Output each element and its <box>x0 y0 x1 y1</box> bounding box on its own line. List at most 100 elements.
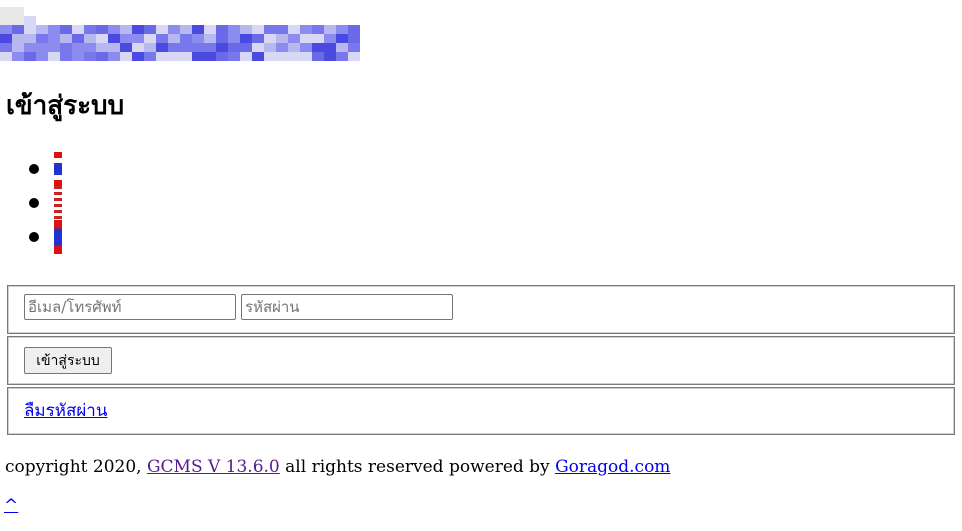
logo-pixel <box>180 52 192 61</box>
logo-pixel <box>36 25 48 34</box>
logo-pixel <box>192 25 204 34</box>
logo-pixel <box>240 52 252 61</box>
logo-pixel <box>228 52 240 61</box>
logo-pixel <box>216 16 228 25</box>
login-button[interactable]: เข้าสู่ระบบ <box>24 347 112 374</box>
logo-pixel <box>24 25 36 34</box>
logo-pixel <box>48 16 60 25</box>
logo-pixel <box>36 16 48 25</box>
logo-pixel <box>300 34 312 43</box>
logo-pixel <box>36 43 48 52</box>
logo-pixel <box>324 43 336 52</box>
logo-pixel <box>264 7 276 16</box>
logo-pixel <box>336 34 348 43</box>
logo-pixel <box>180 7 192 16</box>
logo-pixel <box>240 25 252 34</box>
logo-pixel <box>120 34 132 43</box>
logo-pixel <box>180 43 192 52</box>
logo-pixel <box>24 43 36 52</box>
logo-pixel <box>288 7 300 16</box>
logo-pixel <box>228 43 240 52</box>
logo-pixel <box>132 25 144 34</box>
logo-pixel <box>60 25 72 34</box>
flag-th-icon[interactable] <box>54 152 62 186</box>
logo-pixel <box>264 52 276 61</box>
logo-pixel <box>240 43 252 52</box>
email-phone-field[interactable] <box>24 294 236 320</box>
forgot-password-link[interactable]: ลืมรหัสผ่าน <box>24 397 107 424</box>
logo-pixel <box>144 43 156 52</box>
logo-pixel <box>36 34 48 43</box>
logo-pixel <box>240 7 252 16</box>
logo-pixel <box>96 25 108 34</box>
gcms-link[interactable]: GCMS V 13.6.0 <box>147 457 280 477</box>
language-item-en <box>26 186 86 220</box>
logo-pixel <box>240 16 252 25</box>
logo-pixel <box>288 25 300 34</box>
logo-pixel <box>192 52 204 61</box>
logo-pixel <box>120 7 132 16</box>
logo-pixel <box>48 25 60 34</box>
logo-pixel <box>132 43 144 52</box>
logo-pixel <box>252 25 264 34</box>
flag-en-icon[interactable] <box>54 186 62 220</box>
logo-pixel <box>132 16 144 25</box>
forgot-row: ลืมรหัสผ่าน <box>7 387 955 435</box>
logo-pixel <box>276 16 288 25</box>
credentials-row <box>7 285 955 334</box>
logo-pixel <box>252 43 264 52</box>
logo-pixel <box>72 7 84 16</box>
logo-pixel <box>216 25 228 34</box>
logo-pixel <box>276 52 288 61</box>
logo-pixel <box>348 16 360 25</box>
logo-pixel <box>0 43 12 52</box>
page-title: เข้าสู่ระบบ <box>6 91 125 121</box>
site-logo[interactable] <box>0 7 362 61</box>
logo-pixel <box>60 7 72 16</box>
logo-pixel <box>96 43 108 52</box>
logo-pixel <box>336 43 348 52</box>
logo-pixel <box>144 25 156 34</box>
logo-pixel <box>0 7 12 16</box>
logo-pixel <box>276 34 288 43</box>
password-field[interactable] <box>241 294 453 320</box>
logo-pixel <box>180 34 192 43</box>
logo-pixel <box>48 43 60 52</box>
footer: copyright 2020, GCMS V 13.6.0 all rights… <box>5 456 670 478</box>
logo-pixel <box>252 52 264 61</box>
back-to-top-link[interactable]: ^ <box>4 496 18 516</box>
logo-pixel <box>228 34 240 43</box>
logo-pixel <box>204 34 216 43</box>
logo-pixel <box>288 52 300 61</box>
logo-pixel <box>168 25 180 34</box>
logo-pixel <box>276 43 288 52</box>
logo-pixel <box>300 52 312 61</box>
logo-pixel <box>300 25 312 34</box>
copyright-text: copyright 2020, <box>5 457 147 477</box>
logo-pixel <box>12 34 24 43</box>
logo-pixel <box>60 43 72 52</box>
rights-text: all rights reserved powered by <box>279 457 556 477</box>
logo-pixel <box>0 16 12 25</box>
logo-pixel <box>168 16 180 25</box>
logo-pixel <box>144 16 156 25</box>
logo-pixel <box>264 34 276 43</box>
logo-pixel <box>192 16 204 25</box>
logo-pixel <box>348 43 360 52</box>
logo-pixel <box>84 34 96 43</box>
logo-pixel <box>120 43 132 52</box>
logo-pixel <box>108 25 120 34</box>
logo-pixel <box>60 16 72 25</box>
goragod-link[interactable]: Goragod.com <box>555 457 670 477</box>
flag-la-icon[interactable] <box>54 220 62 254</box>
logo-pixel <box>216 52 228 61</box>
logo-pixel <box>48 52 60 61</box>
logo-pixel <box>204 16 216 25</box>
logo-pixel <box>312 34 324 43</box>
logo-pixel <box>348 25 360 34</box>
logo-pixel <box>12 43 24 52</box>
logo-pixel <box>192 7 204 16</box>
logo-pixel <box>288 16 300 25</box>
logo-pixel <box>96 16 108 25</box>
logo-pixel <box>96 34 108 43</box>
